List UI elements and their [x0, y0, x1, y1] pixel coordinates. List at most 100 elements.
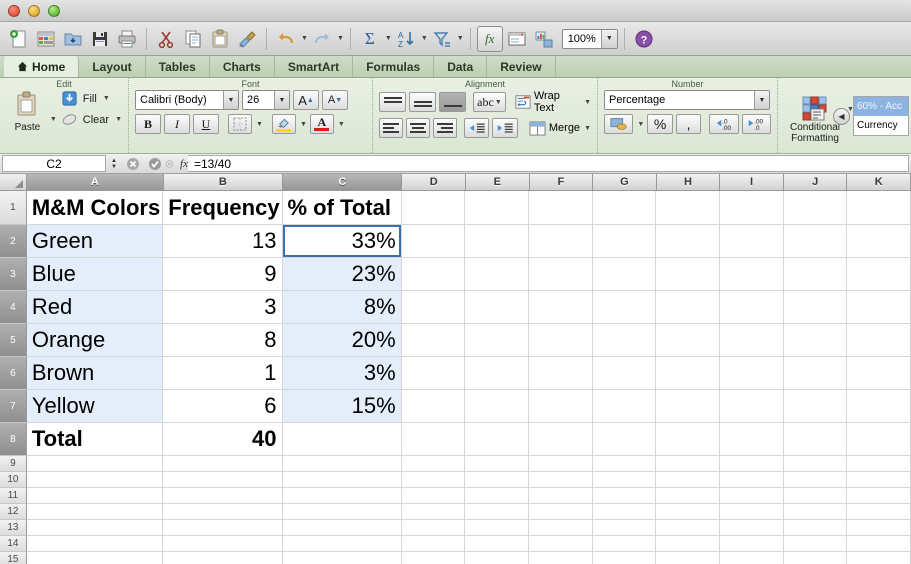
cell-K2[interactable]: [847, 225, 911, 258]
cell-I14[interactable]: [719, 536, 784, 552]
sort-dropdown-caret[interactable]: ▼: [421, 35, 428, 42]
cancel-entry-button[interactable]: [122, 154, 144, 173]
cell-E2[interactable]: [465, 225, 530, 258]
align-middle-button[interactable]: [409, 92, 437, 112]
cell-F14[interactable]: [529, 536, 593, 552]
column-header-g[interactable]: G: [593, 174, 657, 191]
tab-layout[interactable]: Layout: [79, 56, 146, 77]
cell-C7[interactable]: 15%: [282, 390, 402, 423]
paste-dropdown-caret[interactable]: ▼: [50, 116, 57, 123]
cell-D4[interactable]: [401, 291, 466, 324]
cell-K6[interactable]: [847, 357, 911, 390]
cell-E12[interactable]: [465, 504, 530, 520]
zoom-control[interactable]: 100% ▼: [561, 28, 618, 49]
cell-J5[interactable]: [783, 324, 848, 357]
cell-B5[interactable]: 8: [163, 324, 283, 357]
cell-B11[interactable]: [163, 488, 283, 504]
filter-icon[interactable]: [429, 26, 455, 52]
cell-A10[interactable]: [26, 472, 164, 488]
currency-dropdown-caret[interactable]: ▼: [637, 121, 644, 128]
cell-B2[interactable]: 13: [163, 225, 283, 258]
font-size-combo[interactable]: 26 ▼: [242, 90, 290, 110]
close-window-button[interactable]: [8, 4, 20, 17]
cell-H10[interactable]: [656, 472, 720, 488]
cell-E8[interactable]: [465, 423, 530, 456]
decrease-indent-button[interactable]: [463, 118, 490, 138]
cell-I1[interactable]: [719, 191, 784, 225]
grow-font-button[interactable]: A ▲: [293, 90, 319, 110]
cell-H2[interactable]: [656, 225, 720, 258]
cell-J1[interactable]: [783, 191, 848, 225]
name-box[interactable]: C2: [2, 155, 106, 172]
row-header-1[interactable]: 1: [0, 191, 27, 225]
cell-B4[interactable]: 3: [163, 291, 283, 324]
cell-E5[interactable]: [465, 324, 530, 357]
number-format-combo[interactable]: Percentage ▼: [604, 90, 770, 110]
number-format-dropdown-caret[interactable]: ▼: [754, 91, 769, 109]
row-header-7[interactable]: 7: [0, 390, 27, 423]
cell-D10[interactable]: [401, 472, 466, 488]
column-header-k[interactable]: K: [847, 174, 911, 191]
bold-button[interactable]: B: [135, 114, 161, 134]
cell-G11[interactable]: [592, 488, 657, 504]
cell-B12[interactable]: [163, 504, 283, 520]
align-top-button[interactable]: [379, 92, 407, 112]
column-header-f[interactable]: F: [529, 174, 594, 191]
percent-format-button[interactable]: %: [647, 114, 673, 134]
paste-icon[interactable]: [207, 26, 233, 52]
cell-I8[interactable]: [719, 423, 784, 456]
cell-G15[interactable]: [592, 552, 657, 564]
cell-H12[interactable]: [656, 504, 720, 520]
copy-icon[interactable]: [180, 26, 206, 52]
wrap-text-button[interactable]: Wrap Text ▼: [515, 90, 591, 114]
tab-tables[interactable]: Tables: [146, 56, 210, 77]
highlight-color-button[interactable]: [271, 114, 296, 134]
cell-K8[interactable]: [847, 423, 911, 456]
tab-smartart[interactable]: SmartArt: [275, 56, 354, 77]
cell-A13[interactable]: [26, 520, 164, 536]
cell-I12[interactable]: [719, 504, 784, 520]
row-header-13[interactable]: 13: [0, 520, 27, 536]
cell-K3[interactable]: [847, 258, 911, 291]
row-header-11[interactable]: 11: [0, 488, 27, 504]
cell-C12[interactable]: [282, 504, 402, 520]
wrap-text-dropdown-caret[interactable]: ▼: [584, 99, 591, 106]
cell-A2[interactable]: Green: [26, 225, 164, 258]
cell-F11[interactable]: [529, 488, 593, 504]
cell-H11[interactable]: [656, 488, 720, 504]
cell-D13[interactable]: [401, 520, 466, 536]
cell-B10[interactable]: [163, 472, 283, 488]
cell-E13[interactable]: [465, 520, 530, 536]
cell-B9[interactable]: [163, 456, 283, 472]
chart-icon[interactable]: [531, 26, 557, 52]
align-bottom-button[interactable]: [439, 92, 467, 112]
cell-C9[interactable]: [282, 456, 402, 472]
cell-G10[interactable]: [592, 472, 657, 488]
cell-G13[interactable]: [592, 520, 657, 536]
cell-C6[interactable]: 3%: [282, 357, 402, 390]
cell-G9[interactable]: [592, 456, 657, 472]
cell-F15[interactable]: [529, 552, 593, 564]
cell-A7[interactable]: Yellow: [26, 390, 164, 423]
save-icon[interactable]: [87, 26, 113, 52]
cell-I2[interactable]: [719, 225, 784, 258]
font-name-dropdown-caret[interactable]: ▼: [223, 91, 238, 109]
cell-G6[interactable]: [592, 357, 657, 390]
open-icon[interactable]: [60, 26, 86, 52]
cell-E6[interactable]: [465, 357, 530, 390]
new-document-icon[interactable]: [6, 26, 32, 52]
cell-H15[interactable]: [656, 552, 720, 564]
style-item-currency[interactable]: Currency: [854, 116, 908, 135]
orientation-button[interactable]: abc ▼: [473, 92, 506, 112]
cell-J8[interactable]: [783, 423, 848, 456]
cell-I15[interactable]: [719, 552, 784, 564]
new-from-template-icon[interactable]: [33, 26, 59, 52]
cell-A12[interactable]: [26, 504, 164, 520]
cell-B7[interactable]: 6: [163, 390, 283, 423]
row-header-14[interactable]: 14: [0, 536, 27, 552]
cell-H4[interactable]: [656, 291, 720, 324]
clear-label[interactable]: Clear: [81, 113, 111, 127]
cell-A1[interactable]: M&M Colors: [26, 191, 164, 225]
decrease-decimal-button[interactable]: .0.00: [709, 114, 739, 134]
cell-K13[interactable]: [847, 520, 911, 536]
